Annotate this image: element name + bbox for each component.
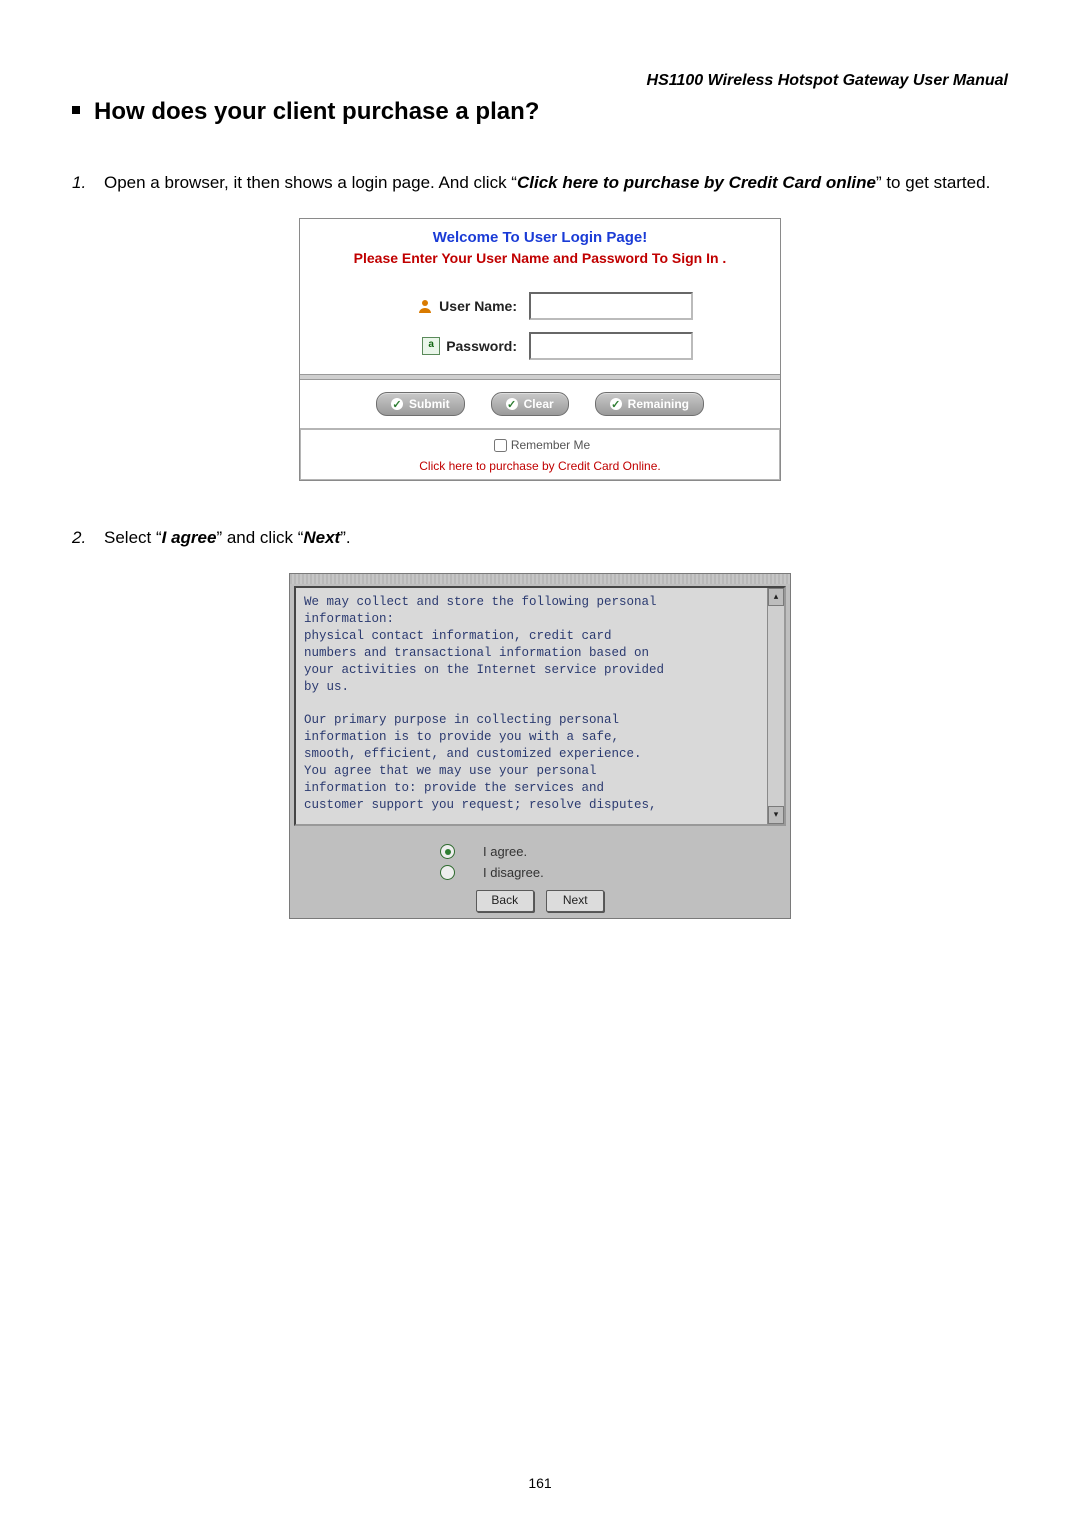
scroll-down-icon[interactable]: ▾: [768, 806, 784, 824]
step1-pre: Open a browser, it then shows a login pa…: [104, 173, 517, 192]
step-number: 2.: [72, 521, 104, 555]
radio-agree[interactable]: I agree.: [440, 844, 640, 859]
agreement-screenshot: We may collect and store the following p…: [289, 573, 791, 919]
step2-bold1: I agree: [162, 528, 217, 547]
password-input[interactable]: [529, 332, 693, 360]
radio-dot-checked-icon: [440, 844, 455, 859]
section-heading: How does your client purchase a plan?: [72, 98, 1008, 126]
login-title: Welcome To User Login Page!: [306, 229, 774, 246]
bullet-icon: [72, 106, 80, 114]
agreement-text: We may collect and store the following p…: [304, 594, 764, 813]
scroll-up-icon[interactable]: ▴: [768, 588, 784, 606]
scrollbar[interactable]: ▴ ▾: [767, 588, 784, 824]
step2-post: ”.: [340, 528, 350, 547]
username-label: User Name:: [439, 298, 517, 314]
disagree-label: I disagree.: [483, 865, 544, 880]
password-label: Password:: [446, 338, 517, 354]
radio-dot-icon: [440, 865, 455, 880]
step2-mid: ” and click “: [216, 528, 303, 547]
step1-post: ” to get started.: [876, 173, 990, 192]
remember-me[interactable]: Remember Me: [490, 438, 590, 452]
step-number: 1.: [72, 166, 104, 200]
clear-button[interactable]: Clear: [491, 392, 569, 416]
window-titlebar: [290, 574, 790, 584]
user-icon: [417, 298, 433, 314]
section-heading-text: How does your client purchase a plan?: [94, 98, 539, 125]
step-1: 1. Open a browser, it then shows a login…: [72, 166, 1008, 200]
remaining-button[interactable]: Remaining: [595, 392, 704, 416]
password-icon: a: [422, 337, 440, 355]
remaining-label: Remaining: [628, 397, 689, 411]
radio-disagree[interactable]: I disagree.: [440, 865, 640, 880]
step2-pre: Select “: [104, 528, 162, 547]
step-2: 2. Select “I agree” and click “Next”.: [72, 521, 1008, 555]
submit-button[interactable]: Submit: [376, 392, 465, 416]
purchase-link[interactable]: Click here to purchase by Credit Card On…: [301, 459, 779, 473]
step2-bold2: Next: [303, 528, 340, 547]
remember-checkbox[interactable]: [494, 439, 507, 452]
remember-label: Remember Me: [511, 438, 590, 452]
doc-header: HS1100 Wireless Hotspot Gateway User Man…: [72, 72, 1008, 90]
page-number: 161: [0, 1475, 1080, 1491]
username-input[interactable]: [529, 292, 693, 320]
clear-label: Clear: [524, 397, 554, 411]
login-subtitle: Please Enter Your User Name and Password…: [306, 250, 774, 266]
agree-label: I agree.: [483, 844, 527, 859]
back-button[interactable]: Back: [476, 890, 534, 912]
login-screenshot: Welcome To User Login Page! Please Enter…: [299, 218, 781, 481]
submit-label: Submit: [409, 397, 450, 411]
next-button[interactable]: Next: [546, 890, 604, 912]
agreement-textarea[interactable]: We may collect and store the following p…: [294, 586, 786, 826]
step1-bold: Click here to purchase by Credit Card on…: [517, 173, 876, 192]
divider: [300, 374, 780, 380]
